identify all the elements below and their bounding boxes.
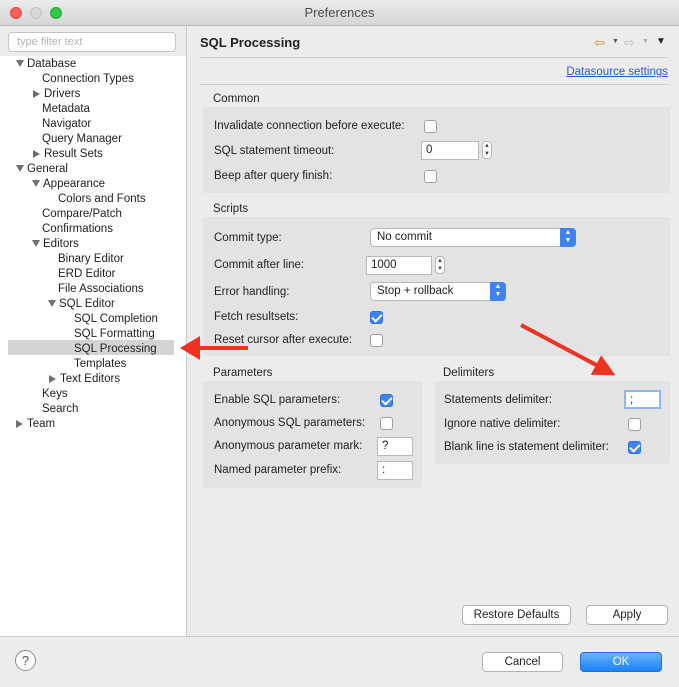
link-separator	[200, 84, 667, 85]
tree-item-confirmations[interactable]: Confirmations	[42, 222, 113, 237]
fetch-resultsets-label: Fetch resultsets:	[214, 311, 299, 323]
tree-item-navigator[interactable]: Navigator	[42, 117, 91, 132]
apply-button[interactable]: Apply	[586, 605, 668, 625]
error-handling-label: Error handling:	[214, 286, 290, 298]
invalidate-connection-label: Invalidate connection before execute:	[214, 120, 405, 132]
tree-item-keys[interactable]: Keys	[42, 387, 68, 402]
collapsed-arrow-icon[interactable]	[33, 149, 40, 158]
ignore-native-delimiter-checkbox[interactable]	[628, 418, 641, 431]
tree-item-sql-processing[interactable]: SQL Processing	[74, 342, 157, 357]
restore-defaults-button[interactable]: Restore Defaults	[462, 605, 571, 625]
bottom-bar	[0, 636, 679, 687]
expanded-arrow-icon[interactable]	[32, 180, 40, 188]
expanded-arrow-icon[interactable]	[16, 60, 24, 68]
sql-timeout-label: SQL statement timeout:	[214, 145, 335, 157]
help-icon[interactable]: ?	[15, 650, 36, 671]
collapsed-arrow-icon[interactable]	[49, 374, 56, 383]
datasource-settings-link[interactable]: Datasource settings	[566, 66, 668, 78]
anonymous-sql-parameters-checkbox[interactable]	[380, 417, 393, 430]
error-handling-select[interactable]: Stop + rollback ▲ ▼	[370, 282, 506, 301]
tree-item-compare-patch[interactable]: Compare/Patch	[42, 207, 122, 222]
commit-after-input[interactable]: 1000	[366, 256, 432, 275]
filter-input[interactable]	[8, 32, 176, 52]
tree-item-file-associations[interactable]: File Associations	[58, 282, 144, 297]
anonymous-parameter-mark-label: Anonymous parameter mark:	[214, 440, 363, 452]
anonymous-sql-parameters-label: Anonymous SQL parameters:	[214, 417, 366, 429]
tree-item-sql-completion[interactable]: SQL Completion	[74, 312, 158, 327]
ignore-native-delimiter-label: Ignore native delimiter:	[444, 418, 561, 430]
scripts-group-title: Scripts	[213, 203, 249, 215]
tree-item-team[interactable]: Team	[16, 417, 55, 432]
sql-timeout-stepper[interactable]: ▲ ▼	[482, 141, 492, 159]
reset-cursor-checkbox[interactable]	[370, 334, 383, 347]
tree-item-text-editors[interactable]: Text Editors	[49, 372, 120, 387]
tree-item-connection-types[interactable]: Connection Types	[42, 72, 134, 87]
tree-item-sql-formatting[interactable]: SQL Formatting	[74, 327, 155, 342]
tree-item-editors[interactable]: Editors	[32, 237, 79, 252]
cancel-button[interactable]: Cancel	[482, 652, 563, 672]
tree-item-erd-editor[interactable]: ERD Editor	[58, 267, 116, 282]
reset-cursor-label: Reset cursor after execute:	[214, 334, 353, 346]
tree-item-templates[interactable]: Templates	[74, 357, 126, 372]
forward-dropdown-icon[interactable]: ▼	[642, 38, 649, 45]
sash-divider[interactable]	[186, 26, 187, 636]
fetch-resultsets-checkbox[interactable]	[370, 311, 383, 324]
tree-item-colors-and-fonts[interactable]: Colors and Fonts	[58, 192, 146, 207]
delimiters-group-title: Delimiters	[443, 367, 495, 379]
tree-item-binary-editor[interactable]: Binary Editor	[58, 252, 124, 267]
parameters-group-title: Parameters	[213, 367, 273, 379]
tree-item-general[interactable]: General	[16, 162, 68, 177]
sql-timeout-input[interactable]: 0	[421, 141, 479, 160]
window-title: Preferences	[304, 5, 375, 20]
common-group-title: Common	[213, 93, 260, 105]
collapsed-arrow-icon[interactable]	[33, 89, 40, 98]
tree-item-database[interactable]: Database	[16, 57, 76, 72]
updown-chevron-icon[interactable]: ▲ ▼	[490, 282, 506, 301]
forward-arrow-icon[interactable]: ⇨	[624, 35, 635, 51]
commit-type-label: Commit type:	[214, 232, 282, 244]
invalidate-connection-checkbox[interactable]	[424, 120, 437, 133]
commit-after-stepper[interactable]: ▲ ▼	[435, 256, 445, 274]
statements-delimiter-label: Statements delimiter:	[444, 394, 553, 406]
expanded-arrow-icon[interactable]	[16, 165, 24, 173]
tree-item-result-sets[interactable]: Result Sets	[33, 147, 103, 162]
commit-type-select[interactable]: No commit ▲ ▼	[370, 228, 576, 247]
page-title: SQL Processing	[200, 35, 301, 50]
blank-line-delimiter-checkbox[interactable]	[628, 441, 641, 454]
header-separator	[200, 57, 667, 58]
collapsed-arrow-icon[interactable]	[16, 419, 23, 428]
enable-sql-parameters-checkbox[interactable]	[380, 394, 393, 407]
expanded-arrow-icon[interactable]	[32, 240, 40, 248]
tree-item-query-manager[interactable]: Query Manager	[42, 132, 122, 147]
tree-item-drivers[interactable]: Drivers	[33, 87, 80, 102]
tree-item-search[interactable]: Search	[42, 402, 78, 417]
blank-line-delimiter-label: Blank line is statement delimiter:	[444, 441, 609, 453]
anonymous-parameter-mark-input[interactable]: ?	[377, 437, 413, 456]
back-arrow-icon[interactable]: ⇦	[594, 35, 605, 51]
beep-label: Beep after query finish:	[214, 170, 333, 182]
tree-item-appearance[interactable]: Appearance	[32, 177, 105, 192]
beep-checkbox[interactable]	[424, 170, 437, 183]
expanded-arrow-icon[interactable]	[48, 300, 56, 308]
named-parameter-prefix-input[interactable]: :	[377, 461, 413, 480]
ok-button[interactable]: OK	[580, 652, 662, 672]
back-dropdown-icon[interactable]: ▼	[612, 38, 619, 45]
named-parameter-prefix-label: Named parameter prefix:	[214, 464, 342, 476]
updown-chevron-icon[interactable]: ▲ ▼	[560, 228, 576, 247]
tree-item-metadata[interactable]: Metadata	[42, 102, 90, 117]
tree-item-sql-editor[interactable]: SQL Editor	[48, 297, 115, 312]
enable-sql-parameters-label: Enable SQL parameters:	[214, 394, 341, 406]
statements-delimiter-input[interactable]: ;	[624, 390, 661, 409]
view-menu-icon[interactable]: ▼	[656, 36, 666, 47]
commit-after-label: Commit after line:	[214, 259, 305, 271]
